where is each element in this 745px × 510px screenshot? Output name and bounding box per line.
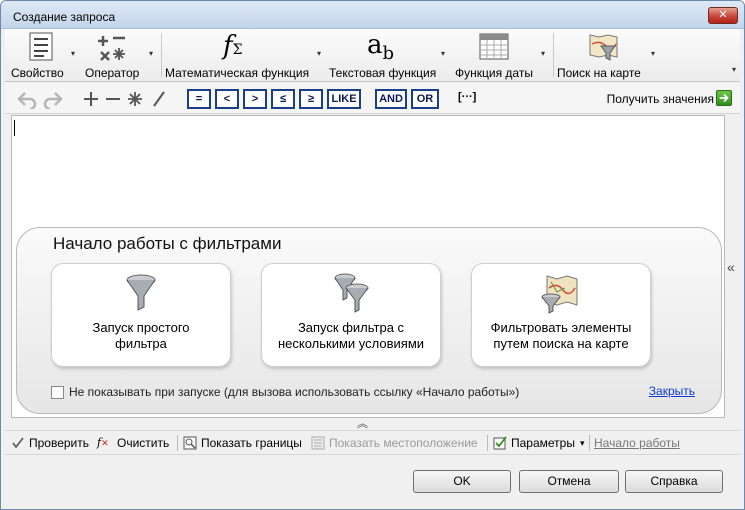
math-function-icon: fΣ [223,31,243,61]
text-caret [14,120,15,136]
clear-formula-icon: f✕ [97,436,109,449]
calendar-icon [479,33,509,60]
query-builder-window: Создание запроса ✕ Свойство ▾ Оператор ▾… [0,0,745,510]
or-operator-button[interactable]: OR [411,89,439,109]
multi-condition-filter-label: Запуск фильтра с несколькими условиями [277,320,425,351]
add-icon[interactable] [81,89,101,109]
action-bar: Проверить f✕ Очистить Показать границы П… [5,430,740,455]
get-values-button[interactable]: Получить значения [607,92,714,106]
chevron-down-icon[interactable]: ▾ [71,49,75,58]
ribbon-scroll-button[interactable]: ▾ [728,61,740,79]
window-title: Создание запроса [13,10,116,24]
ok-button[interactable]: OK [413,470,511,493]
ribbon-separator [161,33,162,77]
help-button[interactable]: Справка [625,470,723,493]
map-search-label: Поиск на карте [557,66,641,80]
property-list-icon [29,32,53,61]
parameters-button[interactable]: Параметры [511,436,575,450]
dont-show-checkbox[interactable] [51,386,64,399]
ribbon-separator [553,33,554,77]
show-location-button[interactable]: Показать местоположение [329,436,478,450]
funnel-icon [126,274,156,311]
show-bounds-button[interactable]: Показать границы [201,436,302,450]
like-operator-button[interactable]: LIKE [327,89,361,109]
show-bounds-icon [183,436,197,450]
dont-show-label: Не показывать при запуске (для вызова ис… [69,385,520,399]
clear-button[interactable]: Очистить [117,436,169,450]
close-window-button[interactable]: ✕ [708,7,738,24]
operators-toolbar: = < > ≤ ≥ LIKE AND OR [···] Получить зна… [5,83,740,114]
math-function-label: Математическая функция [165,66,310,80]
chevron-down-icon[interactable]: ▾ [317,49,321,58]
double-funnel-icon [334,273,369,313]
operator-label: Оператор [85,66,140,80]
subtract-icon[interactable] [103,89,123,109]
text-function-button[interactable]: ab Текстовая функция ▾ [329,31,451,81]
status-separator [177,435,178,451]
query-editor[interactable]: Начало работы с фильтрами Запуск простог… [11,115,725,418]
redo-icon[interactable] [43,89,63,109]
collapse-up-icon[interactable]: ︽ [357,415,368,431]
multi-condition-filter-card[interactable]: Запуск фильтра с несколькими условиями [261,263,441,367]
start-panel-title: Начало работы с фильтрами [53,234,282,253]
text-function-icon: ab [367,30,395,64]
chevron-down-icon[interactable]: ▾ [149,49,153,58]
brackets-button[interactable]: [···] [458,91,476,103]
property-button[interactable]: Свойство ▾ [11,31,79,81]
divide-icon[interactable] [149,89,169,109]
and-operator-button[interactable]: AND [375,89,407,109]
chevron-down-icon[interactable]: ▾ [441,49,445,58]
expand-side-panel-icon[interactable]: « [727,259,735,275]
map-filter-icon [589,34,618,61]
date-function-label: Функция даты [455,66,533,80]
less-equal-operator-button[interactable]: ≤ [271,89,295,109]
map-filter-card[interactable]: Фильтровать элементы путем поиска на кар… [471,263,651,367]
simple-filter-card[interactable]: Запуск простого фильтра [51,263,231,367]
cancel-button[interactable]: Отмена [519,470,619,493]
simple-filter-label: Запуск простого фильтра [92,320,190,351]
check-icon [12,437,24,449]
operator-button[interactable]: Оператор ▾ [85,31,157,81]
status-separator [487,435,488,451]
arrow-right-icon[interactable] [716,90,732,106]
text-function-label: Текстовая функция [329,66,437,80]
undo-icon[interactable] [17,89,37,109]
close-start-panel-link[interactable]: Закрыть [649,384,695,398]
chevron-down-icon[interactable]: ▾ [580,438,585,449]
start-panel: Начало работы с фильтрами Запуск простог… [16,227,722,414]
date-function-button[interactable]: Функция даты ▾ [455,31,551,81]
start-work-link[interactable]: Начало работы [594,436,680,450]
ribbon-toolbar: Свойство ▾ Оператор ▾ fΣ Математическая … [5,29,740,82]
greater-than-operator-button[interactable]: > [243,89,267,109]
math-function-button[interactable]: fΣ Математическая функция ▾ [165,31,325,81]
property-label: Свойство [11,66,64,80]
show-location-icon [311,436,325,450]
map-funnel-icon [541,275,578,314]
multiply-icon[interactable] [125,89,145,109]
validate-button[interactable]: Проверить [29,436,89,450]
equals-operator-button[interactable]: = [187,89,211,109]
map-search-button[interactable]: Поиск на карте ▾ [557,31,655,81]
title-bar: Создание запроса ✕ [1,1,744,29]
chevron-down-icon[interactable]: ▾ [651,49,655,58]
status-separator [589,435,590,451]
greater-equal-operator-button[interactable]: ≥ [299,89,323,109]
map-filter-label: Фильтровать элементы путем поиска на кар… [490,320,632,351]
chevron-down-icon[interactable]: ▾ [541,49,545,58]
parameters-check-icon [493,436,507,450]
less-than-operator-button[interactable]: < [215,89,239,109]
operators-icon [98,36,125,61]
